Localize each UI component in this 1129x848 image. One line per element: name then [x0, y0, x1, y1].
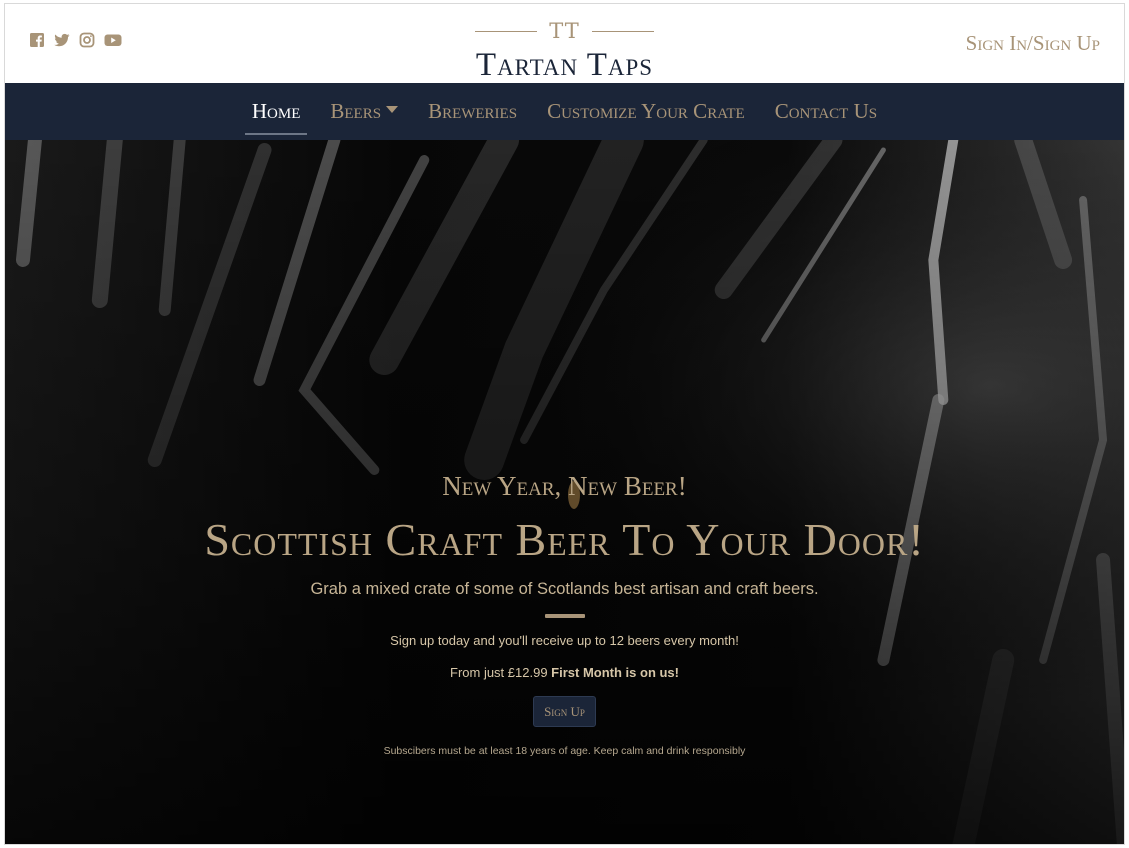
- nav-item-label: Home: [251, 99, 301, 123]
- nav-item-label: Beers: [330, 99, 382, 123]
- nav-item-contact-us[interactable]: Contact Us: [764, 83, 888, 140]
- hero-section: New Year, New Beer! Scottish Craft Beer …: [5, 140, 1124, 844]
- nav-item-breweries[interactable]: Breweries: [417, 83, 528, 140]
- nav-list: Home Beers Breweries Customize Your Crat…: [241, 83, 888, 140]
- top-header: TT Tartan Taps Sign In/Sign Up: [5, 4, 1124, 83]
- nav-item-home[interactable]: Home: [241, 83, 312, 140]
- nav-item-label: Breweries: [428, 99, 518, 123]
- price-highlight: First Month is on us!: [551, 665, 679, 680]
- nav-item-customize-crate[interactable]: Customize Your Crate: [536, 83, 756, 140]
- nav-item-label: Contact Us: [774, 99, 878, 123]
- brand[interactable]: TT Tartan Taps: [5, 16, 1124, 82]
- price-prefix: From just £12.99: [450, 665, 548, 680]
- hero-offer-line: Sign up today and you'll receive up to 1…: [390, 633, 739, 648]
- page-frame: TT Tartan Taps Sign In/Sign Up Home Beer…: [4, 3, 1125, 845]
- hero-content: New Year, New Beer! Scottish Craft Beer …: [5, 470, 1124, 757]
- nav-item-label: Customize Your Crate: [547, 99, 745, 123]
- caret-down-icon: [386, 106, 399, 113]
- hero-price-line: From just £12.99 First Month is on us!: [5, 664, 1124, 682]
- signin-signup-link[interactable]: Sign In/Sign Up: [966, 31, 1100, 56]
- monogram-rule-right: [591, 30, 654, 32]
- nav-item-beers[interactable]: Beers: [319, 83, 409, 140]
- age-disclaimer: Subscibers must be at least 18 years of …: [383, 745, 746, 757]
- hero-headline: Scottish Craft Beer To Your Door!: [204, 514, 925, 565]
- monogram-row: TT: [5, 16, 1124, 46]
- signup-button[interactable]: Sign Up: [533, 696, 596, 727]
- brand-monogram: TT: [549, 19, 580, 43]
- monogram-rule-left: [475, 30, 538, 32]
- brand-name: Tartan Taps: [475, 47, 654, 83]
- hero-lead: Grab a mixed crate of some of Scotlands …: [310, 580, 819, 598]
- main-navbar: Home Beers Breweries Customize Your Crat…: [5, 83, 1124, 140]
- hero-kicker: New Year, New Beer!: [442, 471, 687, 501]
- hero-divider: [544, 614, 585, 618]
